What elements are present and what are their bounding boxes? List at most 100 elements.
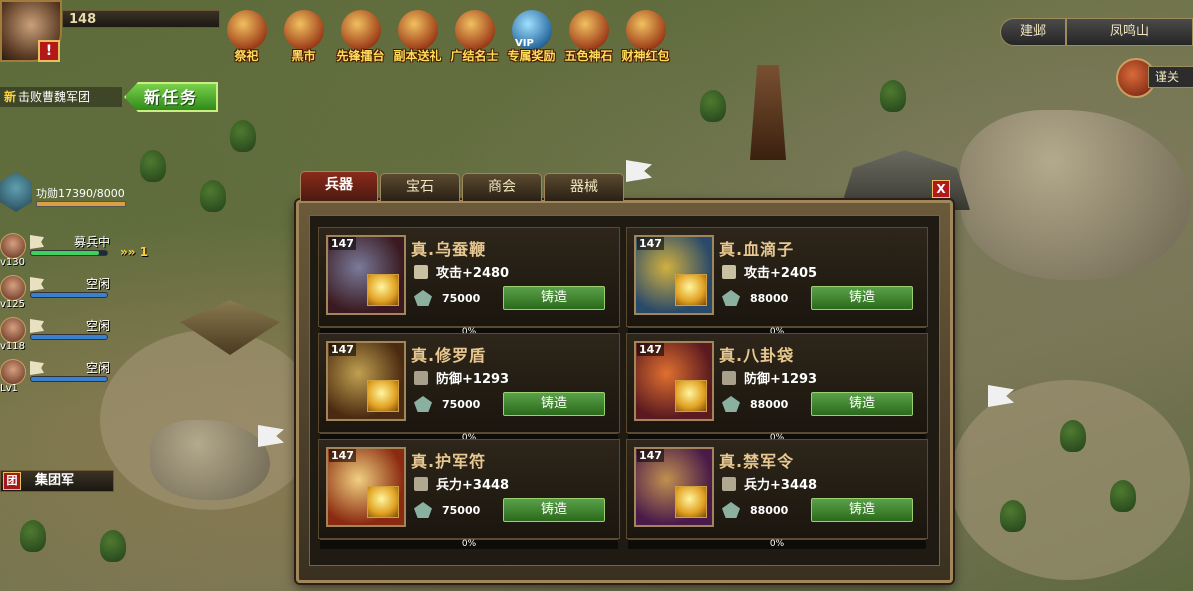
army-troop-bar <box>30 250 108 256</box>
forge-button[interactable]: 铸造 <box>503 286 605 310</box>
group-army-icon: 团 <box>3 472 21 490</box>
merit-bar <box>36 201 126 207</box>
forge-progress-bar: 0% <box>320 539 618 549</box>
item-cost: 75000 <box>442 292 481 305</box>
tab-weapons[interactable]: 兵器 <box>300 171 378 201</box>
vip-badge: VIP <box>515 38 534 49</box>
new-tag: 新 <box>4 90 17 104</box>
crystal-icon <box>568 10 609 50</box>
quality-gem-icon <box>367 380 399 412</box>
sword-icon <box>414 265 428 279</box>
forge-progress: 0% <box>461 539 477 549</box>
army-status: 募兵中 <box>73 235 110 249</box>
army-slot[interactable]: Lv1 空闲 <box>0 359 125 395</box>
top-icon-1[interactable]: 黑市 <box>275 8 332 66</box>
top-icon-2[interactable]: 先锋擂台 <box>332 8 389 66</box>
top-icon-3[interactable]: 副本送礼 <box>389 8 446 66</box>
item-stat: 防御+1293 <box>744 372 818 387</box>
forge-button[interactable]: 铸造 <box>811 286 913 310</box>
army-level: v118 <box>0 341 26 352</box>
new-task-button[interactable]: 新任务 <box>124 82 218 112</box>
army-troop-bar <box>30 334 108 340</box>
current-task[interactable]: 新击败曹魏军团 <box>0 87 122 107</box>
top-icon-5[interactable]: 专属奖励 VIP <box>503 8 560 66</box>
market-icon <box>283 10 324 50</box>
army-flag-icon <box>30 319 44 333</box>
army-troop-bar <box>30 292 108 298</box>
arrow-count-value: 1 <box>139 245 149 259</box>
item-stat: 攻击+2405 <box>744 266 818 281</box>
item-level: 147 <box>329 449 356 462</box>
ore-icon <box>722 502 740 518</box>
army-slot[interactable]: v125 空闲 <box>0 275 125 311</box>
player-level-bar: 148 <box>62 10 220 28</box>
army-troop-bar-fill <box>31 377 107 381</box>
army-troop-bar <box>30 376 108 382</box>
location-name[interactable]: 凤鸣山 <box>1066 18 1193 46</box>
troop-icon <box>414 477 428 491</box>
top-icon-0[interactable]: 祭祀 <box>218 8 275 66</box>
army-level: v130 <box>0 257 26 268</box>
item-cost: 88000 <box>750 292 789 305</box>
forge-item: 147 真.修罗盾 防御+1293 75000 铸造 0% <box>318 333 620 443</box>
army-slot[interactable]: v130 募兵中 <box>0 233 125 269</box>
item-stat: 兵力+3448 <box>744 478 818 493</box>
army-level: Lv1 <box>0 383 18 394</box>
item-level: 147 <box>637 449 664 462</box>
top-icon-label: 祭祀 <box>234 49 259 63</box>
tab-guild[interactable]: 商会 <box>462 173 542 201</box>
troop-icon <box>722 477 736 491</box>
top-icon-label: 广结名士 <box>450 49 499 63</box>
top-icon-7[interactable]: 财神红包 <box>617 8 674 66</box>
close-button[interactable]: X <box>932 180 950 198</box>
forge-button[interactable]: 铸造 <box>811 498 913 522</box>
forge-item: 147 真.八卦袋 防御+1293 88000 铸造 0% <box>626 333 928 443</box>
general-avatar <box>0 359 26 385</box>
forge-button[interactable]: 铸造 <box>503 392 605 416</box>
top-icon-bar: 祭祀 黑市 先锋擂台 副本送礼 广结名士 专属奖励 VIP 五色神石 财神红包 <box>218 8 674 66</box>
army-flag-icon <box>30 235 44 249</box>
general-avatar <box>0 317 26 343</box>
quality-gem-icon <box>675 486 707 518</box>
army-status: 空闲 <box>85 361 110 375</box>
top-icon-label: 财神红包 <box>621 49 670 63</box>
army-status: 空闲 <box>85 319 110 333</box>
item-cost: 75000 <box>442 504 481 517</box>
city-button[interactable]: 建邺 <box>1000 18 1066 46</box>
item-level: 147 <box>329 343 356 356</box>
tab-gems[interactable]: 宝石 <box>380 173 460 201</box>
forge-tabs: 兵器 宝石 商会 器械 <box>300 171 624 201</box>
rank-badge-icon[interactable] <box>0 172 32 212</box>
red-envelope-icon <box>625 10 666 50</box>
item-name: 真.血滴子 <box>719 240 795 259</box>
arrow-count: »» 1 <box>120 245 149 259</box>
ore-icon <box>414 396 432 412</box>
army-level: v125 <box>0 299 26 310</box>
alert-icon[interactable]: ! <box>38 40 60 62</box>
forge-progress: 0% <box>769 539 785 549</box>
forge-button[interactable]: 铸造 <box>503 498 605 522</box>
army-slot[interactable]: v118 空闲 <box>0 317 125 353</box>
ore-icon <box>414 502 432 518</box>
top-icon-4[interactable]: 广结名士 <box>446 8 503 66</box>
item-cost: 88000 <box>750 398 789 411</box>
forge-progress-bar: 0% <box>628 539 926 549</box>
forge-button[interactable]: 铸造 <box>811 392 913 416</box>
top-icon-6[interactable]: 五色神石 <box>560 8 617 66</box>
shield-icon <box>722 371 736 385</box>
army-flag-icon <box>30 277 44 291</box>
group-army-button[interactable]: 团 集团军 <box>0 470 114 492</box>
side-label[interactable]: 谨关 <box>1148 66 1193 88</box>
arena-icon <box>340 10 381 50</box>
forge-item: 147 真.禁军令 兵力+3448 88000 铸造 0% <box>626 439 928 549</box>
top-icon-label: 五色神石 <box>564 49 613 63</box>
top-icon-label: 专属奖励 <box>507 49 556 63</box>
lantern-icon <box>454 10 495 50</box>
tab-machinery[interactable]: 器械 <box>544 173 624 201</box>
item-stat: 攻击+2480 <box>436 266 510 281</box>
item-level: 147 <box>329 237 356 250</box>
flag <box>626 160 652 182</box>
merit-label: 功勋17390/8000 <box>36 187 125 200</box>
ore-icon <box>414 290 432 306</box>
item-name: 真.护军符 <box>411 452 487 471</box>
